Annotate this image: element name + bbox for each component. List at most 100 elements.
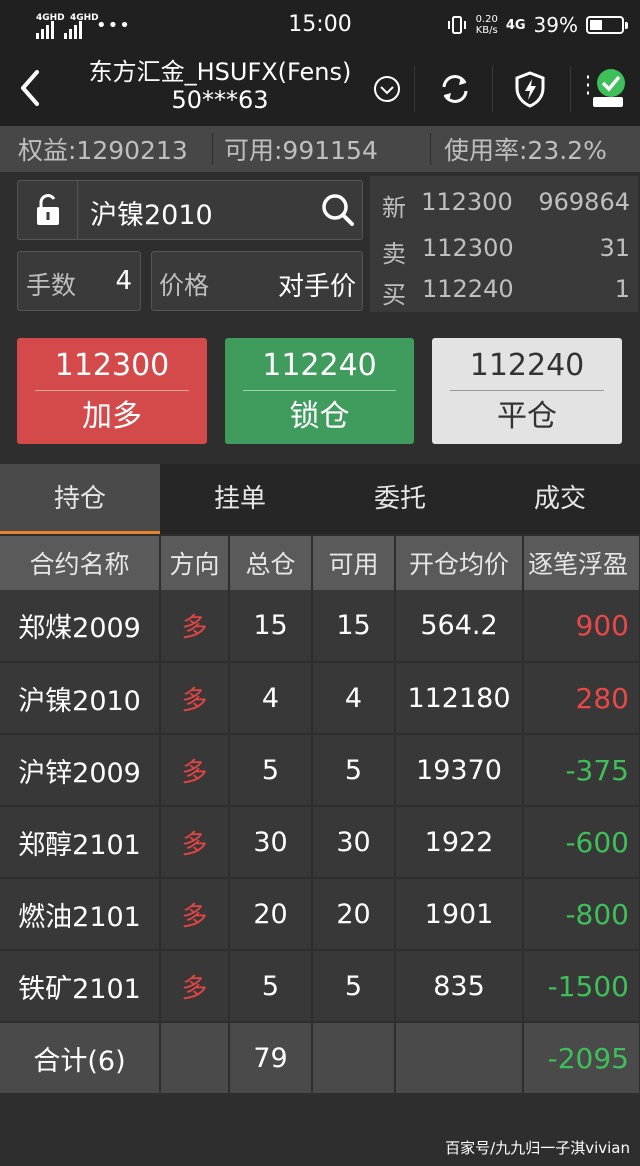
quote-last: 新 112300 969864 [382, 188, 630, 223]
cell-contract: 沪镍2010 [0, 662, 161, 735]
cell-direction: 多 [160, 878, 230, 951]
lock-button[interactable] [18, 181, 78, 239]
bid-label: 买 [382, 281, 406, 309]
cell-avg-price: 19370 [395, 734, 524, 807]
refresh-button[interactable] [430, 64, 480, 114]
table-row[interactable]: 郑醇2101 多 30 30 1922 -600 [0, 806, 640, 879]
search-icon[interactable] [320, 192, 356, 228]
cell-direction: 多 [160, 662, 230, 735]
divider [212, 133, 213, 165]
close-label: 平仓 [497, 399, 557, 434]
cell-contract: 铁矿2101 [0, 950, 161, 1023]
cell-available: 4 [312, 662, 396, 735]
column-header[interactable]: 合约名称 [0, 536, 161, 590]
table-row[interactable]: 铁矿2101 多 5 5 835 -1500 [0, 950, 640, 1023]
total-pnl: -2095 [523, 1022, 640, 1095]
cell-avg-price: 112180 [395, 662, 524, 735]
column-header[interactable]: 总仓 [229, 536, 313, 590]
refresh-icon [442, 75, 468, 103]
unlock-icon [36, 194, 59, 225]
total-direction [160, 1022, 230, 1095]
bid-volume: 1 [614, 275, 630, 303]
buy-price: 112300 [54, 348, 170, 383]
cell-available: 20 [312, 878, 396, 951]
cell-direction: 多 [160, 590, 230, 663]
table-header-row: 合约名称 方向 总仓 可用 开仓均价 逐笔浮盈 [0, 536, 640, 590]
tab-trades[interactable]: 成交 [480, 464, 640, 534]
cell-pnl: -800 [523, 878, 640, 951]
cell-total: 4 [229, 662, 313, 735]
tab-bar: 持仓 挂单 委托 成交 [0, 464, 640, 534]
cell-direction: 多 [160, 806, 230, 879]
cell-pnl: -1500 [523, 950, 640, 1023]
tab-orders[interactable]: 委托 [320, 464, 480, 534]
tab-positions[interactable]: 持仓 [0, 464, 160, 534]
app-bar: 东方汇金_HSUFX(Fens) 50***63 [0, 50, 640, 126]
lots-field[interactable]: 手数 4 [17, 251, 141, 311]
close-position-button[interactable]: 112240 平仓 [432, 338, 622, 444]
available-text: 可用:991154 [224, 136, 378, 165]
ask-label: 卖 [382, 240, 406, 268]
total-available [312, 1022, 396, 1095]
column-header[interactable]: 逐笔浮盈 [523, 536, 640, 590]
cell-total: 5 [229, 950, 313, 1023]
security-button[interactable] [505, 64, 555, 114]
cell-avg-price: 835 [395, 950, 524, 1023]
column-header[interactable]: 开仓均价 [395, 536, 524, 590]
contract-selector[interactable]: 沪镍2010 [17, 180, 363, 240]
cell-pnl: -375 [523, 734, 640, 807]
status-bar: 4GHD 4GHD ••• 15:00 0.20 KB/s 4G 39% [0, 0, 640, 50]
contract-name: 沪镍2010 [90, 200, 213, 231]
price-value: 对手价 [277, 272, 356, 302]
cell-pnl: -600 [523, 806, 640, 879]
back-button[interactable] [0, 50, 60, 126]
lock-price: 112240 [262, 348, 377, 383]
quote-panel: 新 112300 969864 卖 112300 31 买 112240 1 [370, 176, 638, 312]
total-avg-price [395, 1022, 524, 1095]
column-header[interactable]: 方向 [160, 536, 230, 590]
cell-available: 5 [312, 734, 396, 807]
quote-ask: 卖 112300 31 [382, 234, 630, 269]
positions-table: 合约名称 方向 总仓 可用 开仓均价 逐笔浮盈 郑煤2009 多 15 15 5… [0, 536, 640, 1095]
last-price: 112300 [421, 188, 513, 216]
lots-label: 手数 [26, 271, 77, 300]
cell-total: 20 [229, 878, 313, 951]
lots-value: 4 [115, 266, 132, 296]
divider [492, 66, 493, 112]
table-row[interactable]: 沪锌2009 多 5 5 19370 -375 [0, 734, 640, 807]
account-switch-button[interactable] [362, 64, 412, 114]
table-row[interactable]: 郑煤2009 多 15 15 564.2 900 [0, 590, 640, 663]
account-title[interactable]: 东方汇金_HSUFX(Fens) 50***63 [70, 58, 370, 114]
watermark: 百家号/九九归一子淇vivian [445, 1139, 630, 1157]
account-summary: 权益:1290213 可用:991154 使用率:23.2% [0, 126, 640, 172]
close-price: 112240 [469, 348, 585, 383]
ask-volume: 31 [599, 234, 630, 262]
chevron-down-circle-icon [374, 76, 400, 102]
account-name: 东方汇金_HSUFX(Fens) [88, 58, 352, 86]
buy-label: 加多 [82, 399, 142, 434]
divider [430, 133, 431, 165]
cell-pnl: 900 [523, 590, 640, 663]
usage-text: 使用率:23.2% [444, 136, 607, 165]
cell-contract: 燃油2101 [0, 878, 161, 951]
server-connected-icon [587, 69, 625, 107]
table-row[interactable]: 燃油2101 多 20 20 1901 -800 [0, 878, 640, 951]
cell-pnl: 280 [523, 662, 640, 735]
cell-contract: 郑醇2101 [0, 806, 161, 879]
buy-open-button[interactable]: 112300 加多 [17, 338, 207, 444]
connection-status-button[interactable] [580, 64, 630, 114]
cell-total: 15 [229, 590, 313, 663]
last-volume: 969864 [538, 188, 630, 216]
cell-avg-price: 1922 [395, 806, 524, 879]
column-header[interactable]: 可用 [312, 536, 396, 590]
cell-contract: 沪锌2009 [0, 734, 161, 807]
cell-available: 15 [312, 590, 396, 663]
price-field[interactable]: 价格 对手价 [151, 251, 363, 311]
cell-total: 30 [229, 806, 313, 879]
cell-total: 5 [229, 734, 313, 807]
total-label: 合计(6) [0, 1022, 161, 1095]
ask-price: 112300 [422, 234, 514, 262]
lock-position-button[interactable]: 112240 锁仓 [225, 338, 414, 444]
table-row[interactable]: 沪镍2010 多 4 4 112180 280 [0, 662, 640, 735]
tab-pending[interactable]: 挂单 [160, 464, 320, 534]
